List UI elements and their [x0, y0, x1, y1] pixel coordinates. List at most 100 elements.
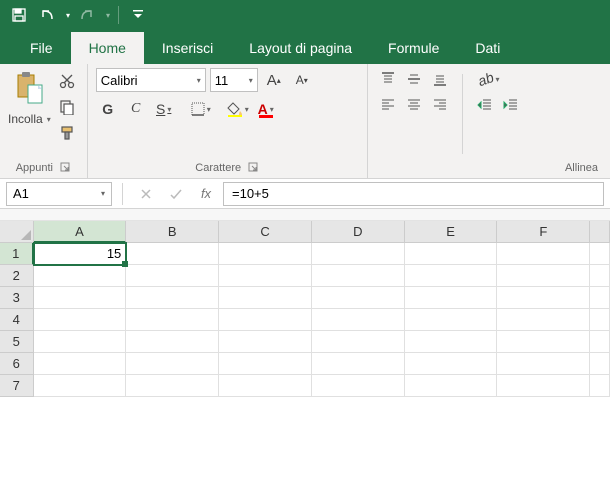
row-header-7[interactable]: 7: [0, 375, 34, 397]
tab-insert[interactable]: Inserisci: [144, 32, 231, 64]
col-header-e[interactable]: E: [405, 221, 498, 243]
row-header-5[interactable]: 5: [0, 331, 34, 353]
copy-icon[interactable]: [55, 96, 79, 118]
align-bottom-icon[interactable]: [428, 68, 452, 90]
cell[interactable]: [126, 287, 219, 309]
cell-a1[interactable]: 15: [34, 243, 127, 265]
cell[interactable]: [312, 265, 405, 287]
cell[interactable]: [126, 243, 219, 265]
align-left-icon[interactable]: [376, 94, 400, 116]
underline-button[interactable]: S▾: [152, 98, 176, 120]
cell[interactable]: [219, 287, 312, 309]
cell[interactable]: [219, 309, 312, 331]
paste-button[interactable]: [11, 68, 47, 110]
row-header-3[interactable]: 3: [0, 287, 34, 309]
cell[interactable]: [590, 331, 610, 353]
cut-icon[interactable]: [55, 70, 79, 92]
paste-label[interactable]: Incolla▾: [8, 112, 51, 126]
format-painter-icon[interactable]: [55, 122, 79, 144]
fx-button[interactable]: fx: [193, 183, 219, 205]
cancel-formula-icon[interactable]: [133, 183, 159, 205]
cell[interactable]: [405, 265, 498, 287]
cell[interactable]: [405, 331, 498, 353]
name-box[interactable]: A1▾: [6, 182, 112, 206]
cell[interactable]: [590, 287, 610, 309]
row-header-6[interactable]: 6: [0, 353, 34, 375]
clipboard-launcher-icon[interactable]: [59, 162, 71, 174]
cell[interactable]: [126, 331, 219, 353]
cell[interactable]: [219, 375, 312, 397]
cell[interactable]: [34, 353, 127, 375]
cell[interactable]: [497, 309, 590, 331]
cell[interactable]: [219, 243, 312, 265]
cell[interactable]: [126, 375, 219, 397]
decrease-indent-icon[interactable]: [473, 94, 497, 116]
cell[interactable]: [126, 265, 219, 287]
row-header-2[interactable]: 2: [0, 265, 34, 287]
cell[interactable]: [590, 243, 610, 265]
col-header-a[interactable]: A: [34, 221, 127, 243]
align-top-icon[interactable]: [376, 68, 400, 90]
orientation-button[interactable]: ab▾: [473, 68, 505, 90]
italic-button[interactable]: C: [124, 98, 148, 120]
cell[interactable]: [405, 375, 498, 397]
cell[interactable]: [34, 375, 127, 397]
cell[interactable]: [590, 375, 610, 397]
cell[interactable]: [312, 243, 405, 265]
cell[interactable]: [312, 375, 405, 397]
fill-color-button[interactable]: ▾: [226, 98, 250, 120]
cell[interactable]: [405, 287, 498, 309]
undo-dropdown-icon[interactable]: ▾: [66, 11, 70, 20]
increase-indent-icon[interactable]: [499, 94, 523, 116]
cell[interactable]: [34, 287, 127, 309]
cell[interactable]: [590, 265, 610, 287]
font-color-button[interactable]: A ▾: [254, 98, 278, 120]
cell[interactable]: [219, 265, 312, 287]
cell[interactable]: [405, 353, 498, 375]
cell[interactable]: [497, 353, 590, 375]
cell[interactable]: [219, 331, 312, 353]
cell[interactable]: [590, 353, 610, 375]
cell[interactable]: [312, 331, 405, 353]
customize-qat-icon[interactable]: [127, 4, 149, 26]
align-center-icon[interactable]: [402, 94, 426, 116]
align-middle-icon[interactable]: [402, 68, 426, 90]
col-header-c[interactable]: C: [219, 221, 312, 243]
align-right-icon[interactable]: [428, 94, 452, 116]
tab-formulas[interactable]: Formule: [370, 32, 457, 64]
tab-layout[interactable]: Layout di pagina: [231, 32, 370, 64]
cell[interactable]: [34, 331, 127, 353]
cell[interactable]: [312, 309, 405, 331]
row-header-1[interactable]: 1: [0, 243, 34, 265]
cell[interactable]: [590, 309, 610, 331]
row-header-4[interactable]: 4: [0, 309, 34, 331]
font-name-select[interactable]: Calibri▾: [96, 68, 206, 92]
select-all-corner[interactable]: [0, 221, 34, 243]
cell[interactable]: [405, 309, 498, 331]
shrink-font-icon[interactable]: A▾: [290, 69, 314, 91]
cell[interactable]: [312, 287, 405, 309]
cell[interactable]: [497, 331, 590, 353]
cell[interactable]: [497, 243, 590, 265]
tab-data[interactable]: Dati: [457, 32, 518, 64]
cell[interactable]: [126, 309, 219, 331]
borders-button[interactable]: ▾: [189, 98, 213, 120]
cell[interactable]: [312, 353, 405, 375]
tab-file[interactable]: File: [12, 32, 71, 64]
save-icon[interactable]: [8, 4, 30, 26]
col-header-f[interactable]: F: [497, 221, 590, 243]
undo-icon[interactable]: [36, 4, 58, 26]
cell[interactable]: [34, 309, 127, 331]
cell[interactable]: [497, 375, 590, 397]
cell[interactable]: [34, 265, 127, 287]
bold-button[interactable]: G: [96, 98, 120, 120]
cell[interactable]: [219, 353, 312, 375]
cell[interactable]: [405, 243, 498, 265]
col-header-g[interactable]: [590, 221, 610, 243]
cell[interactable]: [126, 353, 219, 375]
col-header-b[interactable]: B: [126, 221, 219, 243]
grow-font-icon[interactable]: A▴: [262, 69, 286, 91]
enter-formula-icon[interactable]: [163, 183, 189, 205]
font-size-select[interactable]: 11▾: [210, 68, 258, 92]
tab-home[interactable]: Home: [71, 32, 144, 64]
